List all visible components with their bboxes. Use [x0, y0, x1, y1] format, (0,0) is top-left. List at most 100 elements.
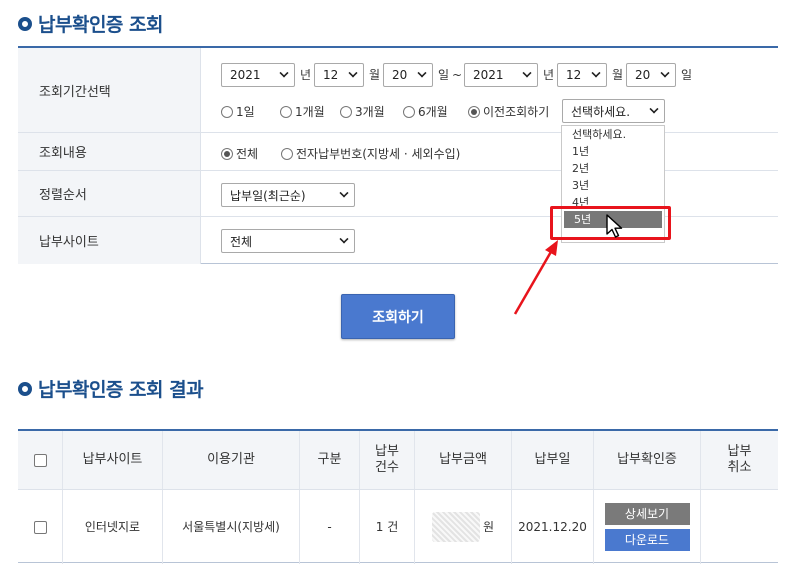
dropdown-option[interactable]: 선택하세요. [562, 126, 664, 143]
table-header: 납부사이트 이용기관 구분 납부 건수 납부금액 납부일 납부확인증 납부 취소 [18, 431, 778, 490]
to-day-value: 20 [635, 68, 651, 82]
date-range: 2021 년 12 월 20 일 ~ 2021 년 12 월 20 일 [221, 63, 781, 87]
header-certificate: 납부확인증 [594, 431, 701, 489]
period-radio-1month[interactable]: 1개월 [280, 103, 325, 120]
radio-label: 전체 [236, 147, 259, 161]
radio-label: 6개월 [418, 105, 448, 119]
row-certificate: 상세보기 다운로드 [594, 490, 701, 564]
to-month-select[interactable]: 12 [557, 63, 607, 87]
dropdown-option-2year[interactable]: 2년 [562, 160, 664, 177]
chevron-down-icon [339, 188, 349, 198]
chevron-down-icon [522, 68, 532, 78]
chevron-down-icon [649, 104, 659, 114]
content-label: 조회내용 [18, 133, 201, 170]
radio-icon [221, 105, 233, 118]
row-amount: 원 [415, 490, 512, 564]
period-radio-6month[interactable]: 6개월 [403, 103, 448, 120]
from-year-value: 2021 [230, 68, 261, 82]
radio-icon [340, 105, 352, 118]
results-section-heading: 납부확인증 조회 결과 [18, 375, 204, 402]
site-value: 전체 [230, 234, 253, 249]
dropdown-option-1year[interactable]: 1년 [562, 143, 664, 160]
radio-label: 1일 [236, 105, 255, 119]
from-day-value: 20 [392, 68, 408, 82]
row-site: 인터넷지로 [63, 490, 163, 564]
row-agency: 서울특별시(지방세) [163, 490, 300, 564]
radio-icon [280, 105, 292, 118]
chevron-down-icon [660, 68, 670, 78]
radio-checked-icon [468, 105, 480, 118]
header-count: 납부 건수 [360, 431, 415, 489]
radio-label: 이전조회하기 [483, 105, 550, 119]
sort-value: 납부일(최근순) [230, 188, 306, 203]
month-unit: 월 [612, 68, 624, 82]
content-radio-payment-number[interactable]: 전자납부번호(지방세 · 세외수입) [281, 145, 460, 162]
chevron-down-icon [279, 68, 289, 78]
row-cancel [701, 490, 778, 564]
sort-label: 정렬순서 [18, 171, 201, 216]
from-year-select[interactable]: 2021 [221, 63, 295, 87]
period-radio-previous[interactable]: 이전조회하기 [468, 103, 549, 120]
site-label: 납부사이트 [18, 217, 201, 264]
period-row: 조회기간선택 2021 년 12 월 20 일 ~ 2021 년 12 월 20… [18, 48, 778, 133]
mouse-pointer-icon [606, 214, 623, 238]
row-count: 1 건 [360, 490, 415, 564]
previous-period-select[interactable]: 선택하세요. [562, 99, 665, 123]
dropdown-option-3year[interactable]: 3년 [562, 177, 664, 194]
circle-bullet-icon [18, 381, 32, 396]
header-amount: 납부금액 [415, 431, 512, 489]
circle-bullet-icon [18, 16, 32, 31]
sort-select[interactable]: 납부일(최근순) [221, 183, 355, 207]
previous-period-value: 선택하세요. [571, 104, 631, 119]
results-section-title: 납부확인증 조회 결과 [38, 379, 204, 401]
year-unit: 년 [300, 68, 312, 82]
header-type: 구분 [300, 431, 360, 489]
month-unit: 월 [369, 68, 381, 82]
period-label: 조회기간선택 [18, 48, 201, 132]
chevron-down-icon [417, 68, 427, 78]
search-section-heading: 납부확인증 조회 [18, 10, 163, 37]
row-date: 2021.12.20 [512, 490, 594, 564]
row-type: - [300, 490, 360, 564]
radio-icon [403, 105, 415, 118]
search-button[interactable]: 조회하기 [341, 294, 455, 339]
row-select-cell [18, 490, 63, 564]
chevron-down-icon [339, 234, 349, 244]
results-table: 납부사이트 이용기관 구분 납부 건수 납부금액 납부일 납부확인증 납부 취소… [18, 429, 778, 564]
to-year-select[interactable]: 2021 [464, 63, 538, 87]
detail-view-button[interactable]: 상세보기 [604, 503, 690, 525]
header-date: 납부일 [512, 431, 594, 489]
period-radio-1day[interactable]: 1일 [221, 103, 255, 120]
select-all-checkbox[interactable] [33, 453, 47, 467]
row-checkbox[interactable] [33, 520, 47, 534]
amount-unit: 원 [482, 520, 495, 534]
download-button[interactable]: 다운로드 [604, 529, 690, 551]
to-day-select[interactable]: 20 [626, 63, 676, 87]
header-cancel: 납부 취소 [727, 444, 752, 475]
header-agency: 이용기관 [163, 431, 300, 489]
chevron-down-icon [348, 68, 358, 78]
from-month-select[interactable]: 12 [314, 63, 364, 87]
red-arrow-icon [513, 240, 558, 315]
day-unit: 일 [438, 68, 450, 82]
chevron-down-icon [591, 68, 601, 78]
period-radio-3month[interactable]: 3개월 [340, 103, 385, 120]
search-section-title: 납부확인증 조회 [38, 14, 163, 36]
to-year-value: 2021 [473, 68, 504, 82]
to-month-value: 12 [566, 68, 582, 82]
radio-label: 1개월 [295, 105, 325, 119]
year-unit: 년 [543, 68, 555, 82]
site-select[interactable]: 전체 [221, 229, 355, 253]
radio-icon [281, 147, 293, 160]
table-row: 인터넷지로 서울특별시(지방세) - 1 건 원 2021.12.20 상세보기… [18, 490, 778, 564]
radio-label: 3개월 [355, 105, 385, 119]
header-select-cell [18, 431, 63, 489]
range-tilde: ~ [452, 68, 463, 82]
from-month-value: 12 [323, 68, 339, 82]
header-site: 납부사이트 [63, 431, 163, 489]
radio-label: 전자납부번호(지방세 · 세외수입) [296, 147, 461, 161]
redacted-amount [431, 512, 480, 542]
radio-checked-icon [221, 147, 233, 160]
from-day-select[interactable]: 20 [383, 63, 433, 87]
content-radio-all[interactable]: 전체 [221, 145, 258, 162]
